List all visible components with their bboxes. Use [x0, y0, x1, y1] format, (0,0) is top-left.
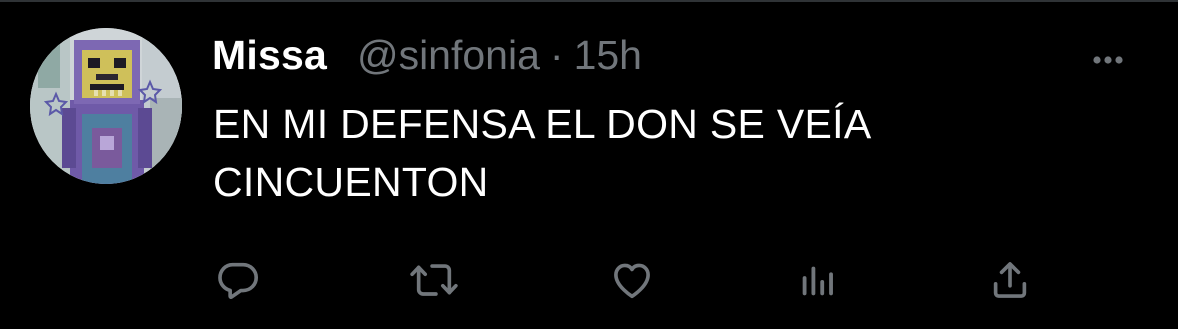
retweet-button[interactable] — [404, 250, 464, 310]
more-options-button[interactable] — [1086, 44, 1130, 76]
more-horizontal-icon — [1093, 56, 1123, 64]
heart-icon — [614, 263, 650, 299]
reply-icon — [218, 262, 259, 300]
retweet-icon — [410, 264, 458, 296]
analytics-button[interactable] — [788, 250, 848, 310]
separator-dot: · — [549, 32, 564, 78]
tweet-header: Missa @sinfonia · 15h — [212, 32, 642, 92]
like-button[interactable] — [602, 250, 662, 310]
share-icon — [993, 262, 1027, 298]
handle[interactable]: @sinfonia — [357, 32, 540, 79]
avatar[interactable] — [30, 28, 182, 184]
display-name[interactable]: Missa — [212, 32, 327, 79]
timestamp[interactable]: 15h — [574, 32, 642, 79]
reply-button[interactable] — [208, 250, 268, 310]
analytics-icon — [802, 266, 833, 296]
tweet-text: EN MI DEFENSA EL DON SE VEÍA CINCUENTON — [213, 101, 872, 205]
top-divider — [0, 0, 1178, 2]
share-button[interactable] — [980, 250, 1040, 310]
action-bar — [0, 250, 1178, 310]
avatar-image — [30, 28, 182, 184]
